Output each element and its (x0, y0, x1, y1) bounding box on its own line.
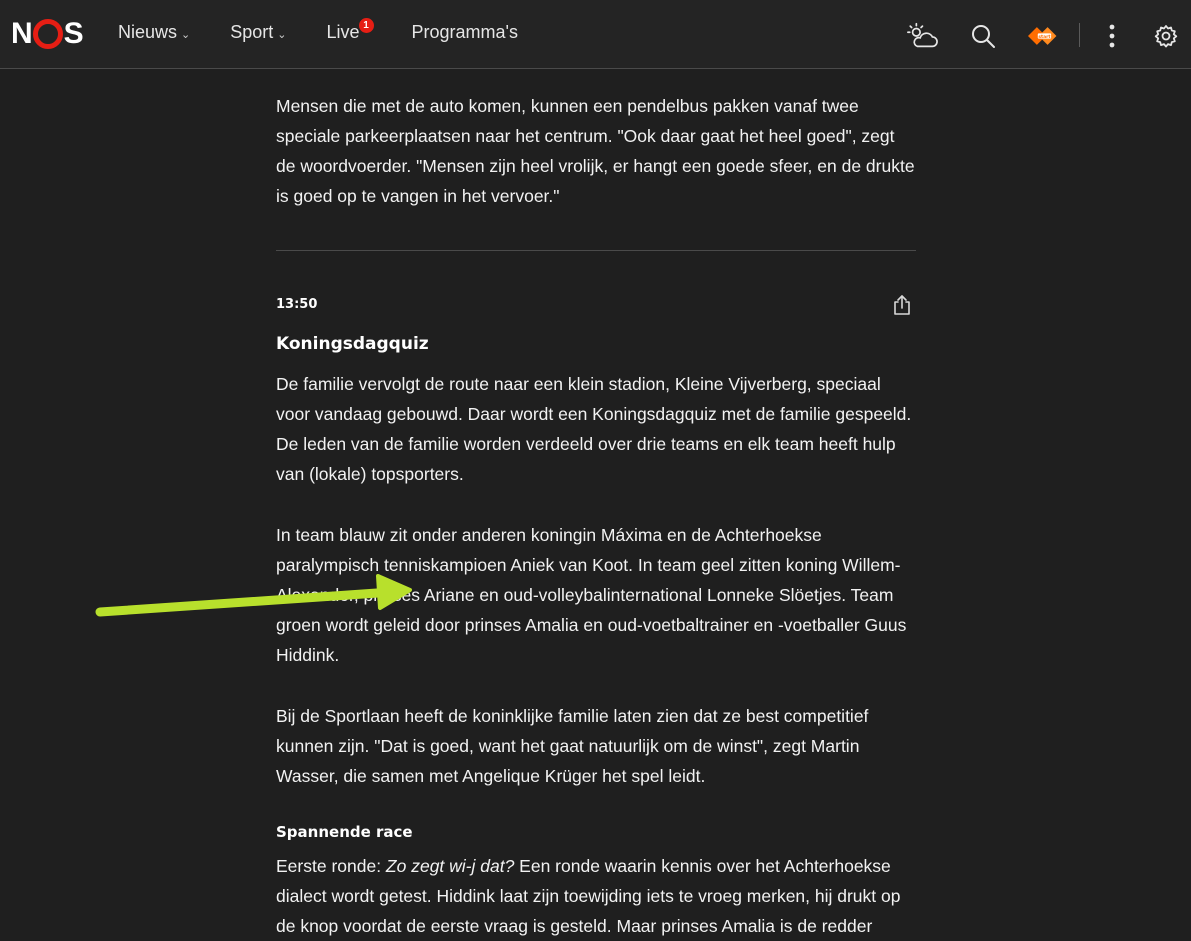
search-icon[interactable] (967, 20, 999, 52)
nav-item-live[interactable]: Live 1 (326, 18, 374, 43)
nav-item-label: Sport (230, 22, 274, 42)
nav-item-label: Nieuws (118, 22, 178, 42)
article-paragraph: Bij de Sportlaan heeft de koninklijke fa… (276, 706, 869, 786)
logo-circle-icon (32, 19, 63, 49)
svg-text:start: start (1038, 34, 1051, 40)
paragraph-block-4: Eerste ronde: Zo zegt wi-j dat? Een rond… (276, 851, 916, 941)
nos-logo[interactable]: N S (11, 17, 84, 50)
nav-item-label: Programma's (411, 22, 518, 42)
paragraph-lead: Eerste ronde: (276, 856, 386, 876)
update-timestamp: 13:50 (276, 297, 318, 312)
toolbar-divider (1079, 23, 1080, 47)
npo-start-icon[interactable]: start (1028, 20, 1060, 52)
intro-block: Mensen die met de auto komen, kunnen een… (276, 91, 916, 211)
paragraph-block-1: De familie vervolgt de route naar een kl… (276, 369, 916, 489)
paragraph-block-3: Bij de Sportlaan heeft de koninklijke fa… (276, 701, 916, 791)
live-count-badge: 1 (358, 18, 374, 33)
article-paragraph: Eerste ronde: Zo zegt wi-j dat? Een rond… (276, 851, 916, 941)
nav-item-nieuws[interactable]: Nieuws ⌄ (118, 22, 190, 43)
chevron-down-icon: ⌄ (277, 29, 287, 41)
more-vertical-icon[interactable] (1096, 20, 1128, 52)
logo-letter-s: S (63, 17, 84, 50)
settings-icon[interactable] (1150, 20, 1182, 52)
logo-letter-n: N (11, 17, 33, 50)
nav-item-label: Live (326, 22, 360, 42)
subheading: Spannende race (276, 823, 413, 841)
nav-item-sport[interactable]: Sport ⌄ (230, 22, 286, 43)
top-navigation-bar: N S Nieuws ⌄ Sport ⌄ Live 1 Programma's (0, 0, 1191, 69)
share-icon[interactable] (891, 294, 913, 316)
intro-paragraph: Mensen die met de auto komen, kunnen een… (276, 96, 915, 206)
chevron-down-icon: ⌄ (181, 29, 191, 41)
main-nav: Nieuws ⌄ Sport ⌄ Live 1 Programma's (118, 18, 558, 43)
weather-icon[interactable] (906, 20, 938, 52)
article-paragraph: De familie vervolgt de route naar een kl… (276, 374, 912, 484)
section-divider (276, 250, 916, 251)
nav-item-programmas[interactable]: Programma's (412, 22, 518, 43)
paragraph-block-2: In team blauw zit onder anderen koningin… (276, 520, 916, 670)
paragraph-italic: Zo zegt wi-j dat? (385, 856, 515, 876)
update-title: Koningsdagquiz (276, 334, 429, 354)
article-paragraph: In team blauw zit onder anderen koningin… (276, 525, 907, 665)
